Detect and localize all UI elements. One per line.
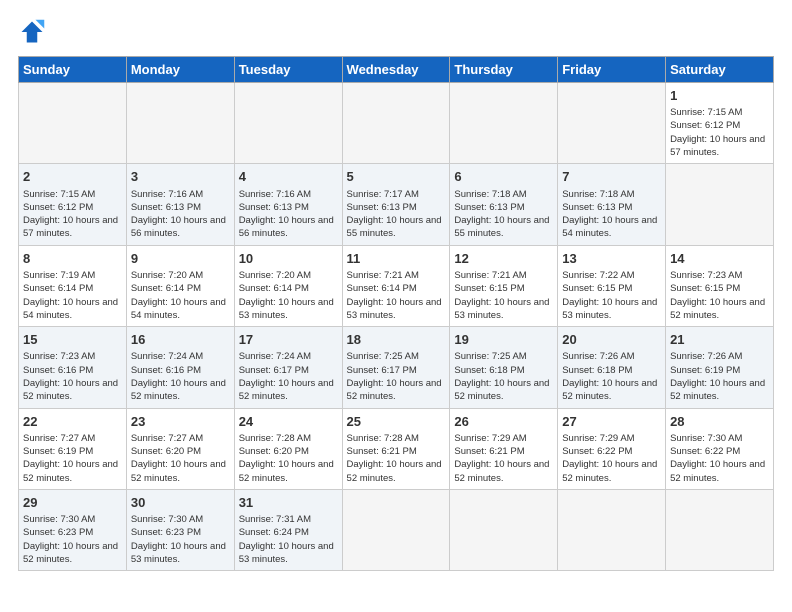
day-number: 11 xyxy=(347,250,446,268)
day-number: 5 xyxy=(347,168,446,186)
calendar-cell-28: 28Sunrise: 7:30 AMSunset: 6:22 PMDayligh… xyxy=(666,408,774,489)
calendar-cell-27: 27Sunrise: 7:29 AMSunset: 6:22 PMDayligh… xyxy=(558,408,666,489)
calendar-cell-29: 29Sunrise: 7:30 AMSunset: 6:23 PMDayligh… xyxy=(19,489,127,570)
calendar-cell-empty xyxy=(19,83,127,164)
day-number: 16 xyxy=(131,331,230,349)
day-number: 22 xyxy=(23,413,122,431)
calendar-cell-15: 15Sunrise: 7:23 AMSunset: 6:16 PMDayligh… xyxy=(19,327,127,408)
header-row: SundayMondayTuesdayWednesdayThursdayFrid… xyxy=(19,57,774,83)
calendar-cell-30: 30Sunrise: 7:30 AMSunset: 6:23 PMDayligh… xyxy=(126,489,234,570)
calendar-cell-empty xyxy=(342,83,450,164)
header xyxy=(18,18,774,46)
calendar-row-week5: 22Sunrise: 7:27 AMSunset: 6:19 PMDayligh… xyxy=(19,408,774,489)
calendar-cell-empty xyxy=(126,83,234,164)
calendar-cell-5: 5Sunrise: 7:17 AMSunset: 6:13 PMDaylight… xyxy=(342,164,450,245)
day-number: 29 xyxy=(23,494,122,512)
day-number: 14 xyxy=(670,250,769,268)
day-number: 6 xyxy=(454,168,553,186)
calendar-cell-empty xyxy=(450,489,558,570)
header-cell-saturday: Saturday xyxy=(666,57,774,83)
day-number: 21 xyxy=(670,331,769,349)
day-number: 1 xyxy=(670,87,769,105)
calendar-cell-21: 21Sunrise: 7:26 AMSunset: 6:19 PMDayligh… xyxy=(666,327,774,408)
calendar-cell-13: 13Sunrise: 7:22 AMSunset: 6:15 PMDayligh… xyxy=(558,245,666,326)
day-number: 13 xyxy=(562,250,661,268)
header-cell-tuesday: Tuesday xyxy=(234,57,342,83)
day-number: 8 xyxy=(23,250,122,268)
calendar-cell-12: 12Sunrise: 7:21 AMSunset: 6:15 PMDayligh… xyxy=(450,245,558,326)
day-number: 26 xyxy=(454,413,553,431)
day-number: 15 xyxy=(23,331,122,349)
calendar-cell-14: 14Sunrise: 7:23 AMSunset: 6:15 PMDayligh… xyxy=(666,245,774,326)
day-number: 12 xyxy=(454,250,553,268)
calendar-row-week2: 2Sunrise: 7:15 AMSunset: 6:12 PMDaylight… xyxy=(19,164,774,245)
day-number: 10 xyxy=(239,250,338,268)
calendar-cell-3: 3Sunrise: 7:16 AMSunset: 6:13 PMDaylight… xyxy=(126,164,234,245)
calendar-row-week4: 15Sunrise: 7:23 AMSunset: 6:16 PMDayligh… xyxy=(19,327,774,408)
calendar-cell-18: 18Sunrise: 7:25 AMSunset: 6:17 PMDayligh… xyxy=(342,327,450,408)
calendar-row-week1: 1Sunrise: 7:15 AMSunset: 6:12 PMDaylight… xyxy=(19,83,774,164)
calendar-cell-10: 10Sunrise: 7:20 AMSunset: 6:14 PMDayligh… xyxy=(234,245,342,326)
calendar-cell-11: 11Sunrise: 7:21 AMSunset: 6:14 PMDayligh… xyxy=(342,245,450,326)
day-number: 3 xyxy=(131,168,230,186)
day-number: 30 xyxy=(131,494,230,512)
header-cell-wednesday: Wednesday xyxy=(342,57,450,83)
header-cell-thursday: Thursday xyxy=(450,57,558,83)
calendar-cell-17: 17Sunrise: 7:24 AMSunset: 6:17 PMDayligh… xyxy=(234,327,342,408)
calendar-cell-empty xyxy=(450,83,558,164)
calendar-cell-4: 4Sunrise: 7:16 AMSunset: 6:13 PMDaylight… xyxy=(234,164,342,245)
header-cell-sunday: Sunday xyxy=(19,57,127,83)
day-number: 25 xyxy=(347,413,446,431)
calendar-cell-20: 20Sunrise: 7:26 AMSunset: 6:18 PMDayligh… xyxy=(558,327,666,408)
calendar-cell-empty xyxy=(234,83,342,164)
calendar-cell-6: 6Sunrise: 7:18 AMSunset: 6:13 PMDaylight… xyxy=(450,164,558,245)
calendar-cell-9: 9Sunrise: 7:20 AMSunset: 6:14 PMDaylight… xyxy=(126,245,234,326)
day-number: 27 xyxy=(562,413,661,431)
calendar-cell-24: 24Sunrise: 7:28 AMSunset: 6:20 PMDayligh… xyxy=(234,408,342,489)
header-cell-friday: Friday xyxy=(558,57,666,83)
day-number: 19 xyxy=(454,331,553,349)
calendar-body: 1Sunrise: 7:15 AMSunset: 6:12 PMDaylight… xyxy=(19,83,774,571)
logo xyxy=(18,18,50,46)
calendar-row-week3: 8Sunrise: 7:19 AMSunset: 6:14 PMDaylight… xyxy=(19,245,774,326)
calendar-cell-empty xyxy=(558,489,666,570)
calendar-cell-16: 16Sunrise: 7:24 AMSunset: 6:16 PMDayligh… xyxy=(126,327,234,408)
calendar-cell-31: 31Sunrise: 7:31 AMSunset: 6:24 PMDayligh… xyxy=(234,489,342,570)
calendar-cell-8: 8Sunrise: 7:19 AMSunset: 6:14 PMDaylight… xyxy=(19,245,127,326)
calendar-cell-empty xyxy=(342,489,450,570)
calendar-cell-empty xyxy=(558,83,666,164)
page: SundayMondayTuesdayWednesdayThursdayFrid… xyxy=(0,0,792,583)
day-number: 23 xyxy=(131,413,230,431)
logo-icon xyxy=(18,18,46,46)
day-number: 17 xyxy=(239,331,338,349)
day-number: 4 xyxy=(239,168,338,186)
day-number: 28 xyxy=(670,413,769,431)
calendar-cell-19: 19Sunrise: 7:25 AMSunset: 6:18 PMDayligh… xyxy=(450,327,558,408)
calendar-header: SundayMondayTuesdayWednesdayThursdayFrid… xyxy=(19,57,774,83)
day-number: 7 xyxy=(562,168,661,186)
calendar-table: SundayMondayTuesdayWednesdayThursdayFrid… xyxy=(18,56,774,571)
calendar-row-week6: 29Sunrise: 7:30 AMSunset: 6:23 PMDayligh… xyxy=(19,489,774,570)
header-cell-monday: Monday xyxy=(126,57,234,83)
day-number: 31 xyxy=(239,494,338,512)
day-number: 18 xyxy=(347,331,446,349)
calendar-cell-23: 23Sunrise: 7:27 AMSunset: 6:20 PMDayligh… xyxy=(126,408,234,489)
calendar-cell-2: 2Sunrise: 7:15 AMSunset: 6:12 PMDaylight… xyxy=(19,164,127,245)
day-number: 24 xyxy=(239,413,338,431)
calendar-cell-1: 1Sunrise: 7:15 AMSunset: 6:12 PMDaylight… xyxy=(666,83,774,164)
calendar-cell-22: 22Sunrise: 7:27 AMSunset: 6:19 PMDayligh… xyxy=(19,408,127,489)
calendar-cell-empty xyxy=(666,164,774,245)
calendar-cell-7: 7Sunrise: 7:18 AMSunset: 6:13 PMDaylight… xyxy=(558,164,666,245)
calendar-cell-empty xyxy=(666,489,774,570)
day-number: 20 xyxy=(562,331,661,349)
day-number: 9 xyxy=(131,250,230,268)
calendar-cell-26: 26Sunrise: 7:29 AMSunset: 6:21 PMDayligh… xyxy=(450,408,558,489)
calendar-cell-25: 25Sunrise: 7:28 AMSunset: 6:21 PMDayligh… xyxy=(342,408,450,489)
day-number: 2 xyxy=(23,168,122,186)
